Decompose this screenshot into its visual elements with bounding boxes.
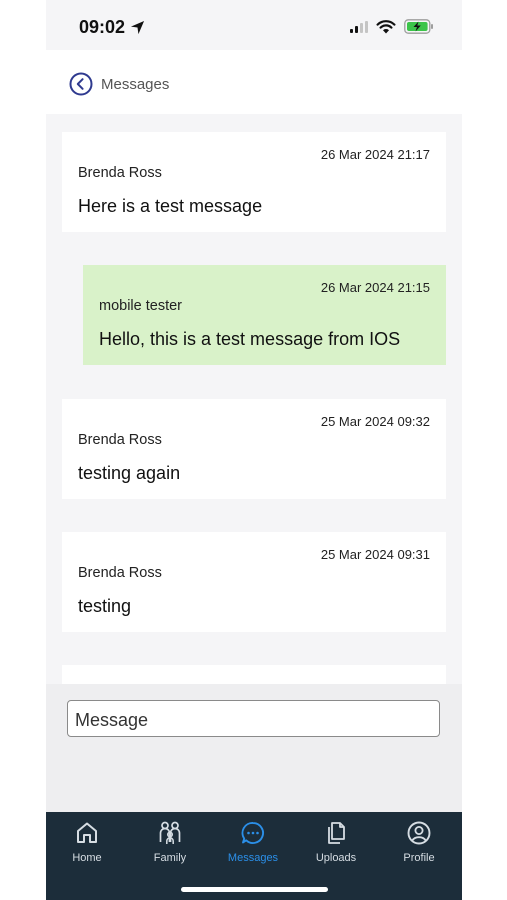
message-author: Brenda Ross [78, 565, 162, 581]
message-date: 26 Mar 2024 21:17 [320, 147, 430, 162]
status-indicators [350, 19, 434, 34]
uploads-icon [328, 822, 345, 844]
home-icon [77, 822, 97, 843]
message-date: 25 Mar 2024 09:31 [320, 547, 430, 562]
message-text: Here is a test message [78, 196, 263, 216]
tab-family[interactable]: Family [135, 820, 205, 864]
family-icon [159, 821, 181, 844]
tab-uploads[interactable]: Uploads [301, 820, 371, 864]
battery-charging-icon [404, 19, 433, 34]
tab-label: Profile [403, 852, 435, 864]
message-date: 25 Mar 2024 09:32 [320, 414, 430, 429]
location-arrow-icon [130, 20, 145, 35]
wifi-icon [376, 19, 396, 33]
message-author: Brenda Ross [78, 165, 162, 181]
message-author: mobile tester [99, 298, 183, 314]
tab-label: Family [153, 852, 187, 864]
message-author: Brenda Ross [78, 432, 162, 448]
message-text: Hello, this is a test message from IOS [99, 329, 401, 349]
messages-icon [241, 822, 264, 844]
message-text: testing [78, 596, 132, 616]
message-card[interactable]: 26 Mar 2024 21:17 Brenda Ross Here is a … [62, 132, 446, 232]
own-message-card[interactable]: 26 Mar 2024 21:15 mobile tester Hello, t… [83, 265, 446, 365]
message-text: testing again [78, 463, 181, 483]
status-bar: 09:02 [46, 0, 462, 50]
message-date: 26 Mar 2024 21:15 [320, 280, 430, 295]
back-button-icon[interactable] [69, 72, 93, 96]
status-time-group: 09:02 [79, 17, 145, 38]
header-title: Messages [101, 76, 170, 93]
message-card[interactable]: 25 Mar 2024 09:32 Brenda Ross testing ag… [62, 399, 446, 499]
tab-messages[interactable]: Messages [218, 820, 288, 864]
tab-home[interactable]: Home [52, 820, 122, 864]
phone-screen: 09:02 Messages 26 Mar 2024 21:17 Brenda … [46, 0, 462, 900]
message-card-partial[interactable] [62, 665, 446, 684]
cellular-signal-icon [350, 20, 368, 33]
message-list[interactable]: 26 Mar 2024 21:17 Brenda Ross Here is a … [46, 114, 462, 684]
message-card[interactable]: 25 Mar 2024 09:31 Brenda Ross testing [62, 532, 446, 632]
tab-label: Messages [227, 852, 279, 864]
status-time: 09:02 [79, 17, 126, 37]
profile-icon [407, 821, 431, 845]
tab-bar: Home Family Messages Uploads Profile [46, 812, 462, 900]
home-indicator [181, 887, 328, 892]
tab-label: Uploads [315, 852, 357, 864]
tab-label: Home [72, 852, 102, 864]
composer [46, 684, 462, 812]
message-input[interactable] [67, 700, 440, 737]
header: Messages [46, 50, 462, 114]
tab-profile[interactable]: Profile [384, 820, 454, 864]
